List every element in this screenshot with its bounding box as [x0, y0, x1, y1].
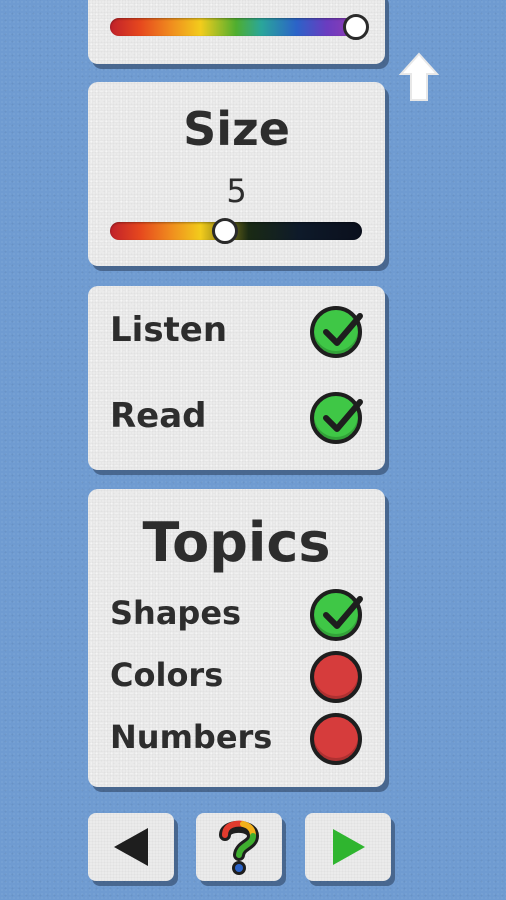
check-icon [323, 399, 363, 432]
question-mark-icon [219, 820, 260, 875]
shapes-label: Shapes [110, 594, 242, 632]
help-button[interactable] [196, 813, 282, 881]
size-panel: Size 5 [88, 82, 385, 266]
numbers-toggle[interactable] [310, 713, 362, 765]
shapes-toggle[interactable] [310, 589, 363, 641]
size-value: 5 [226, 172, 247, 210]
numbers-label: Numbers [110, 718, 273, 756]
colors-label: Colors [110, 656, 224, 694]
check-icon [323, 596, 363, 629]
topics-title: Topics [142, 511, 331, 574]
color-slider-panel [88, 0, 385, 64]
check-icon [323, 313, 363, 346]
size-slider-knob[interactable] [212, 218, 238, 244]
read-label: Read [110, 396, 207, 436]
size-slider[interactable] [110, 218, 362, 244]
size-title: Size [183, 102, 290, 156]
play-button[interactable] [305, 813, 391, 881]
triangle-left-icon [114, 828, 148, 866]
topics-panel: Topics Shapes Colors Numbers [88, 489, 385, 787]
listen-toggle[interactable] [310, 306, 363, 358]
modes-panel: Listen Read [88, 286, 385, 470]
read-toggle[interactable] [310, 392, 363, 444]
color-slider-knob[interactable] [343, 14, 369, 40]
up-arrow-icon[interactable] [398, 52, 440, 104]
back-button[interactable] [88, 813, 174, 881]
colors-toggle[interactable] [310, 651, 362, 703]
color-slider[interactable] [110, 14, 369, 40]
triangle-right-icon [333, 829, 365, 865]
listen-label: Listen [110, 310, 228, 350]
